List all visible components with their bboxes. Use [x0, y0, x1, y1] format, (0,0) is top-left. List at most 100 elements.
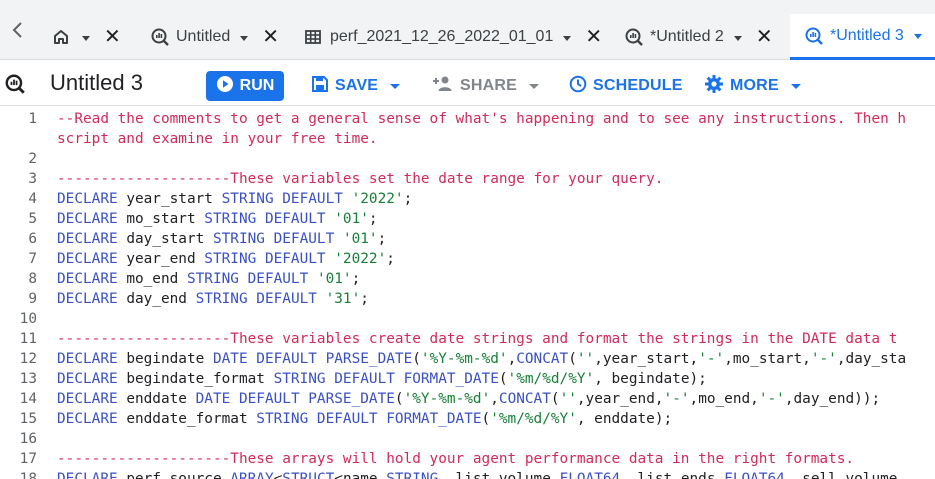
- code-token: STRING DEFAULT: [204, 211, 326, 227]
- code-text: DECLARE year_end STRING DEFAULT '2022';: [57, 249, 395, 269]
- code-token: begindate: [117, 351, 213, 367]
- code-token: day_start: [117, 231, 213, 247]
- run-button[interactable]: RUN: [206, 71, 284, 101]
- code-text: DECLARE day_end STRING DEFAULT '31';: [57, 289, 369, 309]
- code-token: STRING DEFAULT: [212, 231, 335, 247]
- code-token: , begindate);: [594, 371, 707, 387]
- code-line[interactable]: 14 DECLARE enddate DATE DEFAULT PARSE_DAT…: [0, 389, 935, 409]
- code-line[interactable]: 16: [0, 429, 935, 449]
- code-line[interactable]: 3 --------------------These variables set…: [0, 169, 935, 189]
- code-token: '01': [342, 231, 378, 247]
- code-line[interactable]: 4 DECLARE year_start STRING DEFAULT '2022…: [0, 189, 935, 209]
- more-button[interactable]: MORE: [704, 71, 801, 101]
- code-line[interactable]: 17 --------------------These arrays will …: [0, 449, 935, 469]
- clock-icon: [569, 75, 587, 98]
- home-icon: [52, 27, 72, 47]
- code-token: DATE DEFAULT PARSE_DATE: [212, 351, 413, 367]
- save-dropdown-icon[interactable]: [390, 83, 401, 89]
- code-text: DECLARE day_start STRING DEFAULT '01';: [57, 229, 386, 249]
- code-line[interactable]: 11 --------------------These variables cr…: [0, 329, 935, 349]
- code-line[interactable]: 1 --Read the comments to get a general se…: [0, 109, 935, 129]
- code-token: year_start: [117, 191, 222, 207]
- code-token: --Read the comments to get a general sen…: [57, 111, 907, 127]
- code-token: STRING DEFAULT: [195, 291, 317, 307]
- code-token: , enddate);: [576, 411, 673, 427]
- code-line[interactable]: 7 DECLARE year_end STRING DEFAULT '2022';: [0, 249, 935, 269]
- sql-editor[interactable]: 1 --Read the comments to get a general se…: [0, 107, 935, 479]
- tab-untitled-2-close-icon[interactable]: ✕: [756, 27, 773, 47]
- code-line[interactable]: 6 DECLARE day_start STRING DEFAULT '01';: [0, 229, 935, 249]
- code-token: (: [481, 411, 491, 427]
- code-line[interactable]: 12 DECLARE begindate DATE DEFAULT PARSE_D…: [0, 349, 935, 369]
- code-token: STRING DEFAULT: [186, 271, 309, 287]
- code-token: , sell_volume: [784, 471, 898, 479]
- code-token: STRUCT: [282, 471, 335, 479]
- code-token: DECLARE: [57, 411, 118, 427]
- save-icon: [311, 75, 329, 98]
- tab-untitled-3[interactable]: *Untitled 3: [790, 14, 935, 60]
- code-token: mo_start: [117, 211, 205, 227]
- add-person-icon: [432, 75, 454, 98]
- code-token: ,mo_end,: [689, 391, 759, 407]
- code-line[interactable]: 9 DECLARE day_end STRING DEFAULT '31';: [0, 289, 935, 309]
- code-line[interactable]: 5 DECLARE mo_start STRING DEFAULT '01';: [0, 209, 935, 229]
- code-line[interactable]: 13 DECLARE begindate_format STRING DEFAUL…: [0, 369, 935, 389]
- share-button[interactable]: SHARE: [432, 71, 540, 101]
- code-token: mo_end: [117, 271, 187, 287]
- tab-home[interactable]: ✕: [52, 14, 121, 60]
- code-line[interactable]: script and examine in your free time.: [0, 129, 935, 149]
- tab-perf-table[interactable]: perf_2021_12_26_2022_01_01 ✕: [304, 14, 602, 60]
- share-label: SHARE: [460, 77, 518, 94]
- line-number: 15: [19, 411, 37, 427]
- code-line[interactable]: 10: [0, 309, 935, 329]
- code-token: DECLARE: [57, 351, 118, 367]
- tab-untitled-2[interactable]: *Untitled 2 ✕: [624, 14, 773, 60]
- code-token: day_end: [117, 291, 196, 307]
- line-number: 17: [19, 451, 37, 467]
- tab-home-dropdown-icon[interactable]: [82, 35, 90, 41]
- tab-perf-table-dropdown-icon[interactable]: [563, 35, 572, 41]
- code-token: year_end: [117, 251, 205, 267]
- tab-perf-table-close-icon[interactable]: ✕: [585, 27, 602, 47]
- share-dropdown-icon[interactable]: [529, 83, 540, 89]
- tab-untitled-close-icon[interactable]: ✕: [262, 27, 279, 47]
- code-line[interactable]: 2: [0, 149, 935, 169]
- code-text: --Read the comments to get a general sen…: [57, 109, 906, 129]
- tab-untitled-dropdown-icon[interactable]: [240, 35, 249, 41]
- tab-untitled[interactable]: Untitled ✕: [150, 14, 279, 60]
- code-token: DECLARE: [57, 191, 118, 207]
- save-button[interactable]: SAVE: [311, 71, 401, 101]
- code-token: ;: [377, 231, 387, 247]
- code-token: enddate_format: [117, 411, 257, 427]
- code-token: script and examine in your free time.: [57, 131, 378, 147]
- line-number: 18: [19, 471, 37, 479]
- code-token: ,year_start,: [594, 351, 699, 367]
- code-line[interactable]: 18 DECLARE perf_source ARRAY<STRUCT<name …: [0, 469, 935, 479]
- play-icon: [216, 75, 234, 98]
- code-line[interactable]: 8 DECLARE mo_end STRING DEFAULT '01';: [0, 269, 935, 289]
- more-dropdown-icon[interactable]: [790, 83, 801, 89]
- code-token: '2022': [334, 251, 387, 267]
- code-token: ,day_end));: [784, 391, 881, 407]
- line-number: 8: [28, 271, 37, 287]
- schedule-button[interactable]: SCHEDULE: [569, 71, 683, 101]
- tab-untitled-3-dropdown-icon[interactable]: [913, 34, 922, 39]
- line-number: 16: [19, 431, 37, 447]
- code-token: DECLARE: [57, 291, 118, 307]
- query-icon: [4, 73, 26, 95]
- code-line[interactable]: 15 DECLARE enddate_format STRING DEFAULT …: [0, 409, 935, 429]
- code-token: STRING DEFAULT: [221, 191, 343, 207]
- query-icon: [804, 26, 824, 46]
- code-token: ,day_sta: [836, 351, 907, 367]
- more-label: MORE: [730, 77, 779, 94]
- tab-untitled-label: Untitled: [176, 28, 231, 45]
- code-token: DATE DEFAULT PARSE_DATE: [195, 391, 395, 407]
- back-chevron-icon[interactable]: [6, 18, 28, 42]
- code-token: '-': [663, 391, 690, 407]
- tab-home-close-icon[interactable]: ✕: [104, 27, 121, 47]
- tab-untitled-2-dropdown-icon[interactable]: [733, 35, 742, 41]
